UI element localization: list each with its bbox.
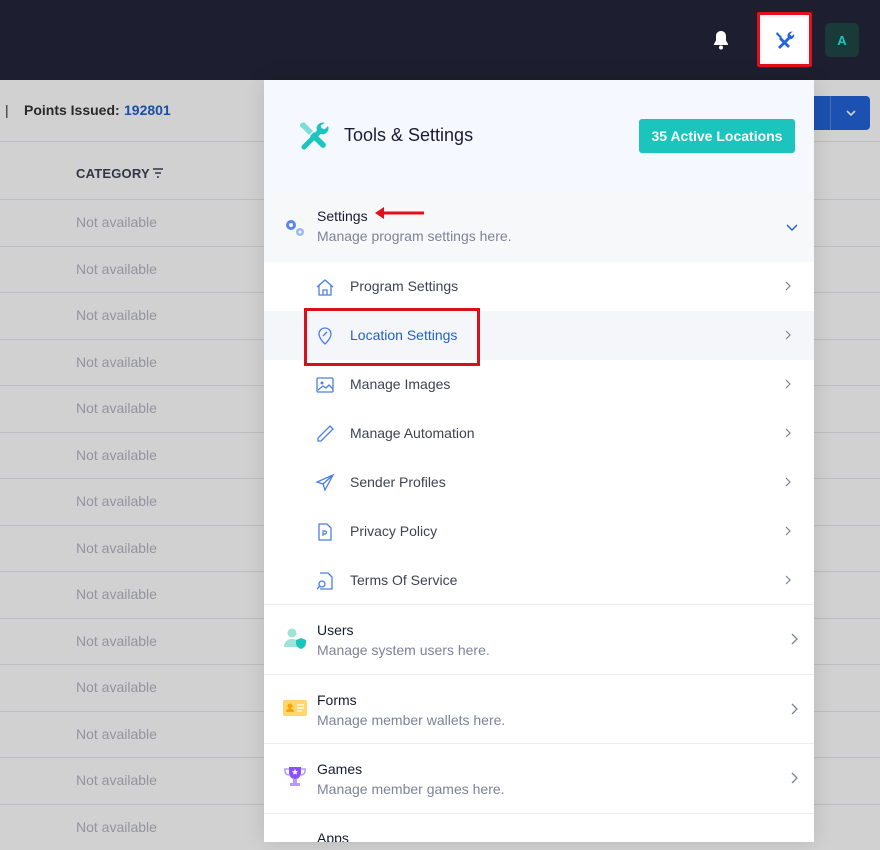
tools-settings-button[interactable] — [757, 12, 812, 67]
chevron-right-icon — [785, 330, 791, 340]
chevron-right-icon — [785, 526, 791, 536]
pen-icon — [317, 425, 334, 442]
chevron-right-icon — [785, 428, 791, 438]
chevron-right-icon — [785, 379, 791, 389]
gears-icon — [286, 220, 304, 236]
menu-item-label: Privacy Policy — [350, 523, 438, 539]
chevron-down-icon — [786, 224, 798, 232]
id-card-icon — [283, 700, 307, 716]
menu-item-label: Program Settings — [350, 278, 459, 294]
user-avatar[interactable]: A — [825, 23, 859, 57]
menu-item-terms-of-service[interactable]: Terms Of Service — [264, 556, 814, 605]
trophy-icon — [284, 767, 306, 786]
menu-item-sender-profiles[interactable]: Sender Profiles — [264, 458, 814, 507]
menu-item-privacy-policy[interactable]: Privacy Policy — [264, 507, 814, 556]
users-title: Users — [317, 622, 354, 638]
user-shield-icon — [284, 628, 306, 649]
settings-section-header[interactable]: Settings Manage program settings here. — [264, 192, 814, 262]
games-section[interactable]: Games Manage member games here. — [264, 743, 814, 813]
panel-header: Tools & Settings 35 Active Locations — [264, 80, 814, 192]
menu-item-manage-automation[interactable]: Manage Automation — [264, 409, 814, 458]
chevron-right-icon — [785, 477, 791, 487]
settings-title: Settings — [317, 208, 368, 224]
menu-item-label: Manage Images — [350, 376, 451, 392]
location-pin-icon — [318, 327, 332, 345]
home-icon — [316, 279, 334, 296]
forms-title: Forms — [317, 692, 357, 708]
tools-icon — [775, 31, 794, 49]
menu-item-location-settings[interactable]: Location Settings — [264, 308, 814, 366]
chevron-right-icon — [791, 633, 798, 645]
menu-item-label: Terms Of Service — [350, 572, 458, 588]
document-search-icon — [316, 572, 333, 590]
panel-title: Tools & Settings — [344, 125, 474, 145]
apps-title: Apps — [317, 830, 349, 842]
annotation-arrow-icon — [375, 207, 424, 219]
paper-plane-icon — [315, 473, 335, 492]
menu-item-label: Sender Profiles — [350, 474, 446, 490]
top-navbar: A — [0, 0, 880, 80]
chevron-right-icon — [785, 281, 791, 291]
apps-icon — [282, 834, 308, 842]
apps-section[interactable]: Apps — [264, 813, 814, 842]
chevron-right-icon — [791, 703, 798, 715]
image-icon — [316, 377, 334, 393]
forms-section[interactable]: Forms Manage member wallets here. — [264, 674, 814, 744]
chevron-right-icon — [791, 772, 798, 784]
menu-item-manage-images[interactable]: Manage Images — [264, 360, 814, 409]
games-title: Games — [317, 761, 363, 777]
users-section[interactable]: Users Manage system users here. — [264, 604, 814, 674]
games-subtitle: Manage member games here. — [317, 781, 505, 797]
active-locations-badge[interactable]: 35 Active Locations — [639, 119, 795, 153]
settings-subtitle: Manage program settings here. — [317, 228, 512, 244]
bell-icon[interactable] — [709, 28, 733, 52]
menu-item-label: Manage Automation — [350, 425, 475, 441]
tools-settings-panel: Tools & Settings 35 Active Locations Set… — [264, 80, 814, 842]
document-icon — [318, 523, 332, 541]
tools-icon — [300, 122, 329, 150]
forms-subtitle: Manage member wallets here. — [317, 712, 506, 728]
users-subtitle: Manage system users here. — [317, 642, 490, 658]
menu-item-program-settings[interactable]: Program Settings — [264, 262, 814, 311]
chevron-right-icon — [785, 575, 791, 585]
menu-item-label: Location Settings — [350, 327, 458, 343]
